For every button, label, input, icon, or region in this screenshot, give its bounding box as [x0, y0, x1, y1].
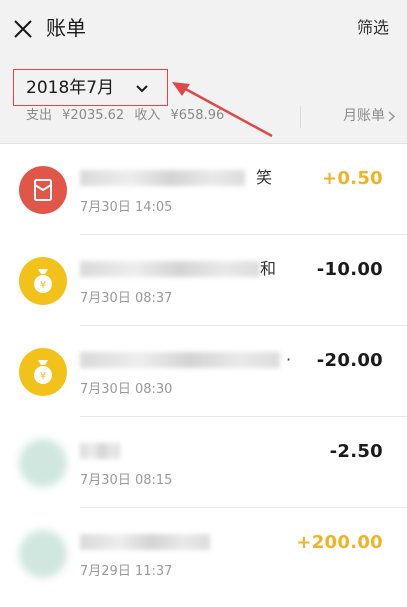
blurred-title	[80, 261, 260, 277]
money-bag-icon: ¥	[19, 348, 67, 396]
top-nav-bar: 账单 筛选	[0, 0, 407, 58]
transaction-amount: +200.00	[296, 532, 383, 553]
blurred-avatar-icon	[19, 439, 67, 487]
transaction-row[interactable]: ¥ 和 7月30日 08:37 -10.00	[0, 235, 407, 326]
filter-button[interactable]: 筛选	[357, 17, 389, 39]
transaction-row[interactable]: ¥ · 7月30日 08:30 -20.00	[0, 326, 407, 417]
transaction-amount: -20.00	[316, 350, 383, 371]
transaction-date: 7月29日 11:37	[80, 564, 173, 579]
blurred-title	[80, 352, 280, 368]
transaction-row[interactable]: 7月29日 11:37 +200.00	[0, 508, 407, 599]
money-bag-icon: ¥	[19, 257, 67, 305]
monthly-bill-link[interactable]: 月账单	[343, 107, 385, 125]
svg-text:¥: ¥	[40, 371, 46, 382]
blurred-avatar-icon	[19, 530, 67, 578]
divider	[300, 106, 301, 128]
income-label: 收入	[134, 108, 161, 123]
transaction-date: 7月30日 08:37	[80, 291, 173, 306]
income-value: ¥658.96	[170, 108, 225, 123]
month-selector[interactable]: 2018年7月	[13, 69, 168, 106]
blurred-title	[80, 443, 120, 459]
month-summary: 2018年7月 支出 ¥2035.62 收入 ¥658.96 月账单	[0, 58, 407, 144]
month-label: 2018年7月	[26, 78, 115, 98]
transaction-title: ·	[286, 350, 292, 369]
transaction-amount: +0.50	[322, 168, 383, 189]
expense-label: 支出	[26, 108, 53, 123]
transaction-row[interactable]: 笑 7月30日 14:05 +0.50	[0, 144, 407, 235]
transaction-row[interactable]: 7月30日 08:15 -2.50	[0, 417, 407, 508]
page-title: 账单	[46, 16, 86, 40]
transaction-date: 7月30日 08:30	[80, 382, 173, 397]
svg-text:¥: ¥	[40, 280, 46, 291]
expense-income-stats: 支出 ¥2035.62 收入 ¥658.96	[26, 107, 224, 125]
transaction-title: 和	[260, 259, 277, 278]
transaction-date: 7月30日 14:05	[80, 200, 173, 215]
transaction-title: 笑	[256, 168, 273, 187]
transaction-list: 笑 7月30日 14:05 +0.50 ¥ 和 7月30日 08:37 -10.…	[0, 144, 407, 599]
transaction-date: 7月30日 08:15	[80, 473, 173, 488]
chevron-right-icon	[388, 111, 395, 122]
blurred-title	[80, 534, 210, 550]
blurred-title	[80, 170, 245, 186]
transaction-amount: -10.00	[316, 259, 383, 280]
red-packet-icon	[19, 166, 67, 214]
close-icon[interactable]	[10, 16, 36, 42]
transaction-amount: -2.50	[329, 441, 383, 462]
expense-value: ¥2035.62	[62, 108, 125, 123]
chevron-down-icon	[136, 85, 148, 93]
